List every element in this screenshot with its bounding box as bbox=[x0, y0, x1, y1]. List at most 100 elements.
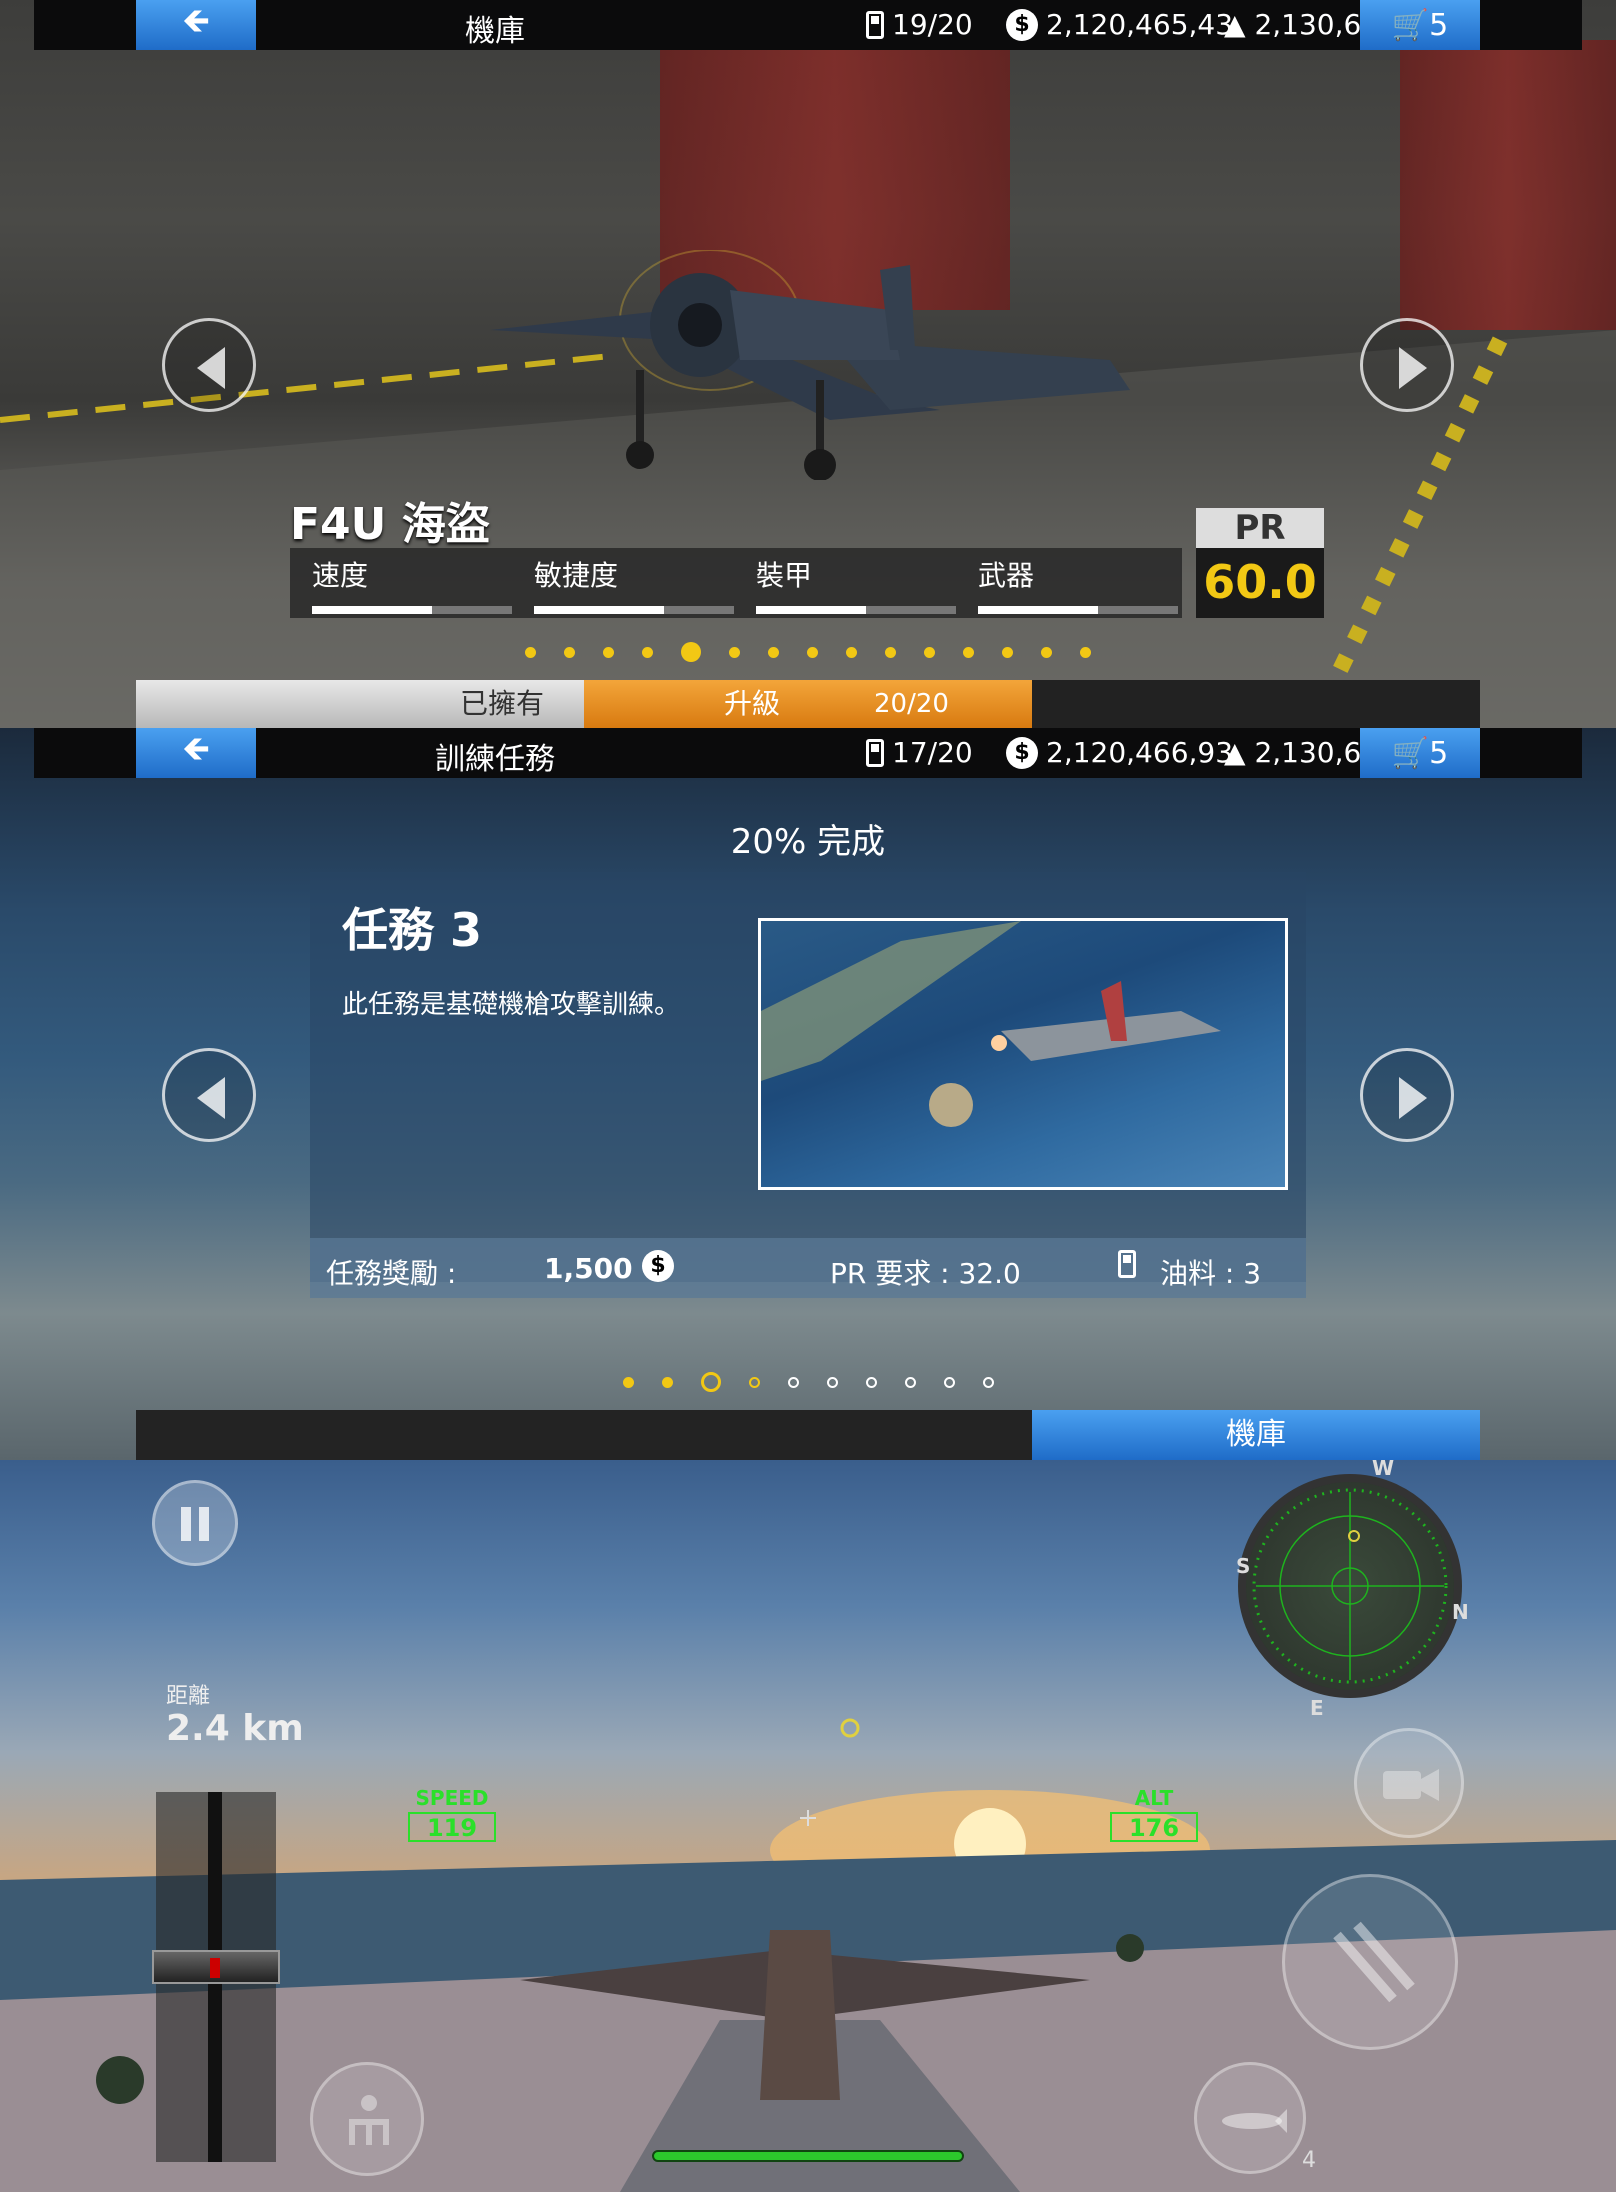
coin-icon: $ bbox=[642, 1250, 674, 1282]
alt-label: ALT bbox=[1134, 1786, 1174, 1810]
money-counter: $ 2,120,465,43 bbox=[1006, 8, 1233, 41]
altitude-indicator: ALT 176 bbox=[1110, 1786, 1198, 1842]
stat-bar bbox=[756, 606, 956, 614]
bullets-icon bbox=[1333, 1921, 1415, 2003]
bottom-bar: 機庫 bbox=[136, 1410, 1480, 1460]
chevron-left-icon bbox=[197, 1077, 225, 1119]
stat-bar bbox=[978, 606, 1178, 614]
chevron-right-icon bbox=[1399, 1077, 1427, 1119]
page-dot[interactable] bbox=[681, 642, 701, 662]
page-dot[interactable] bbox=[787, 1376, 799, 1388]
fuel-cost: 油料 : 3 bbox=[1160, 1257, 1262, 1290]
fuel-value: 19/20 bbox=[892, 8, 973, 41]
back-button[interactable]: 🡸 bbox=[136, 0, 256, 50]
shop-button[interactable]: 🛒 5 bbox=[1360, 0, 1480, 50]
mission-card[interactable]: 任務 3 此任務是基礎機槍攻擊訓練。 bbox=[310, 872, 1306, 1282]
page-dot[interactable] bbox=[846, 646, 857, 658]
money-value: 2,120,465,43 bbox=[1046, 8, 1234, 41]
coin-icon: $ bbox=[1006, 8, 1038, 41]
page-dot[interactable] bbox=[768, 646, 779, 658]
pilot-icon: ▲ bbox=[1224, 8, 1246, 41]
page-dot[interactable] bbox=[865, 1376, 877, 1388]
speed-value: 119 bbox=[408, 1812, 496, 1842]
stats-panel: 速度 敏捷度 裝甲 武器 bbox=[290, 548, 1182, 618]
fuel-icon bbox=[866, 738, 884, 767]
page-dot[interactable] bbox=[564, 646, 575, 658]
fuel-counter: 19/20 bbox=[866, 8, 973, 41]
chevron-left-icon bbox=[197, 347, 225, 389]
back-button[interactable]: 🡸 bbox=[136, 728, 256, 778]
alt-value: 176 bbox=[1110, 1812, 1198, 1842]
action-bar: 已擁有 升級 20/20 bbox=[136, 680, 1480, 728]
mission-page-dots bbox=[0, 1370, 1616, 1394]
reward-value: 1,500 bbox=[544, 1252, 633, 1285]
hangar-button[interactable]: 機庫 bbox=[1032, 1410, 1480, 1460]
pause-button[interactable] bbox=[152, 1480, 238, 1566]
missile-icon bbox=[1222, 2109, 1287, 2133]
speed-indicator: SPEED 119 bbox=[408, 1786, 496, 1842]
wingmen-icon bbox=[349, 2095, 389, 2145]
next-mission-button[interactable] bbox=[1360, 1048, 1454, 1142]
page-dot[interactable] bbox=[1041, 646, 1052, 658]
back-arrow-icon: 🡸 bbox=[182, 0, 210, 41]
page-dot[interactable] bbox=[826, 1376, 838, 1388]
stat-label: 速度 bbox=[312, 559, 369, 592]
throttle-handle[interactable] bbox=[152, 1950, 280, 1984]
radar-w-label: W bbox=[1372, 1460, 1395, 1480]
page-dot[interactable] bbox=[622, 1376, 634, 1388]
page-dot[interactable] bbox=[982, 1376, 994, 1388]
stat-label: 裝甲 bbox=[756, 559, 813, 592]
aircraft-model bbox=[490, 250, 1130, 480]
next-plane-button[interactable] bbox=[1360, 318, 1454, 412]
page-dot[interactable] bbox=[963, 646, 974, 658]
page-dot[interactable] bbox=[642, 646, 653, 658]
camera-icon bbox=[1383, 1769, 1439, 1801]
page-dot[interactable] bbox=[729, 646, 740, 658]
radar-e-label: E bbox=[1310, 1696, 1324, 1720]
upgrade-label: 升級 bbox=[724, 687, 781, 720]
page-dot[interactable] bbox=[700, 1372, 721, 1392]
formation-button[interactable] bbox=[310, 2062, 424, 2176]
pr-label: PR bbox=[1196, 508, 1324, 548]
fire-button[interactable] bbox=[1282, 1874, 1458, 2050]
throttle-slider[interactable] bbox=[152, 1792, 280, 2162]
top-bar: 🡸 機庫 19/20 $ 2,120,465,43 ▲ 2,130,694, 🛒… bbox=[34, 0, 1582, 50]
owned-tab[interactable]: 已擁有 bbox=[136, 680, 584, 728]
cart-icon: 🛒 bbox=[1391, 7, 1430, 43]
fuel-counter: 17/20 bbox=[866, 736, 973, 769]
stat-weapon: 武器 bbox=[978, 554, 1178, 614]
stat-label: 敏捷度 bbox=[534, 559, 619, 592]
page-dot[interactable] bbox=[748, 1376, 760, 1388]
page-dot[interactable] bbox=[943, 1376, 955, 1388]
page-dot[interactable] bbox=[1080, 646, 1091, 658]
page-dot[interactable] bbox=[603, 646, 614, 658]
pr-value: 60.0 bbox=[1203, 555, 1317, 609]
page-dot[interactable] bbox=[1002, 646, 1013, 658]
cart-icon: 🛒 bbox=[1391, 735, 1430, 771]
shop-button[interactable]: 🛒 5 bbox=[1360, 728, 1480, 778]
page-dot[interactable] bbox=[661, 1376, 673, 1388]
prev-plane-button[interactable] bbox=[162, 318, 256, 412]
stat-bar bbox=[312, 606, 512, 614]
screen-title: 訓練任務 bbox=[435, 742, 555, 777]
page-dot[interactable] bbox=[904, 1376, 916, 1388]
fuel-icon bbox=[866, 10, 884, 39]
page-dot[interactable] bbox=[924, 646, 935, 658]
page-dot[interactable] bbox=[807, 646, 818, 658]
pr-rating: PR 60.0 bbox=[1196, 508, 1324, 618]
camera-button[interactable] bbox=[1354, 1728, 1464, 1838]
fuel-value: 17/20 bbox=[892, 736, 973, 769]
upgrade-count: 20/20 bbox=[874, 689, 949, 719]
health-bar bbox=[652, 2150, 964, 2162]
missile-button[interactable] bbox=[1194, 2062, 1306, 2174]
page-dot[interactable] bbox=[885, 646, 896, 658]
prev-mission-button[interactable] bbox=[162, 1048, 256, 1142]
upgrade-button[interactable]: 升級 20/20 bbox=[584, 680, 1032, 728]
shop-suffix: 5 bbox=[1429, 735, 1449, 771]
distance-label: 距離 bbox=[166, 1684, 211, 1709]
stat-agility: 敏捷度 bbox=[534, 554, 734, 614]
page-dot[interactable] bbox=[525, 646, 536, 658]
coin-icon: $ bbox=[1006, 736, 1038, 769]
training-screen: 🡸 訓練任務 17/20 $ 2,120,466,93 ▲ 2,130,694,… bbox=[0, 728, 1616, 1460]
stat-speed: 速度 bbox=[312, 554, 512, 614]
